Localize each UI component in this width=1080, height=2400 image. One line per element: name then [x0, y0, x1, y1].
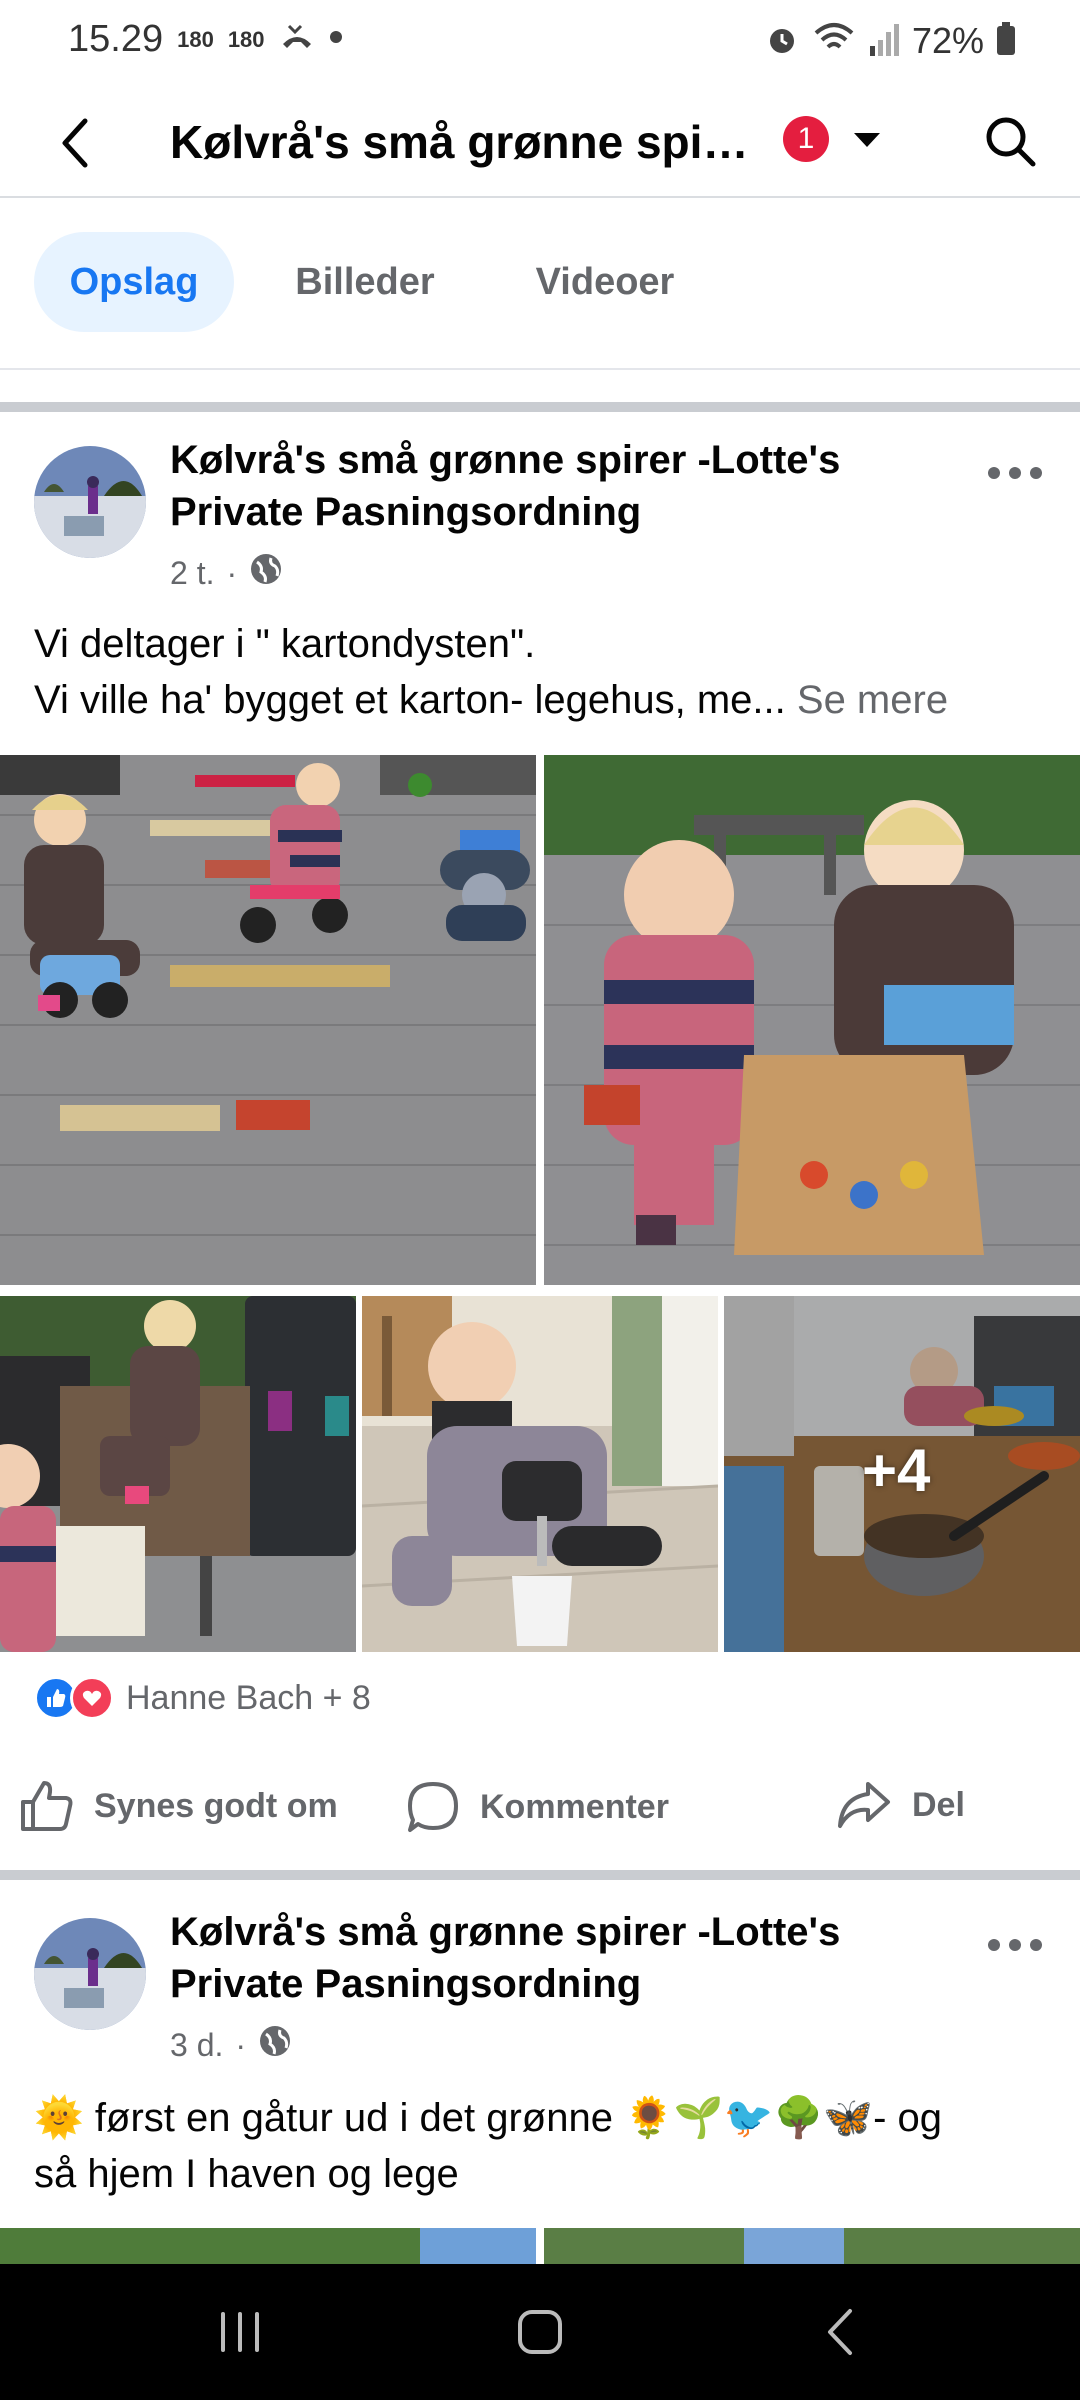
status-time: 15.29: [68, 18, 164, 60]
battery-percent: 72%: [911, 20, 984, 61]
dot-icon: [329, 30, 343, 49]
post-options-button[interactable]: [980, 448, 1050, 498]
comment-icon: [408, 1782, 458, 1832]
reactions-summary[interactable]: Hanne Bach + 8: [34, 1676, 371, 1720]
recent-apps-button[interactable]: [200, 2294, 280, 2370]
thumbs-up-icon: [21, 1781, 73, 1831]
post-2: Kølvrå's små grønne spirer -Lotte's Priv…: [0, 1880, 1080, 2270]
more-horizontal-icon: [988, 467, 1042, 479]
recent-apps-icon: [221, 2312, 259, 2352]
post-time[interactable]: 3 d.: [170, 2027, 223, 2064]
see-more-link[interactable]: Se mere: [797, 678, 948, 722]
tab-photos[interactable]: Billeder: [270, 232, 460, 332]
group-title[interactable]: Kølvrå's små grønne spirer...: [170, 112, 760, 172]
post-author[interactable]: Kølvrå's små grønne spirer -Lotte's Priv…: [170, 434, 910, 538]
home-icon: [518, 2310, 562, 2354]
photo-1[interactable]: [0, 2228, 536, 2268]
back-icon: [828, 2309, 852, 2355]
comment-button[interactable]: Kommenter: [406, 1780, 669, 1834]
post-text: 🌞 først en gåtur ud i det grønne 🌻🌱🐦🌳🦋- …: [34, 2090, 1054, 2202]
home-button[interactable]: [500, 2294, 580, 2370]
status-indicator-2: 180: [227, 26, 265, 52]
status-bar: 15.29 180 180 72%: [0, 0, 1080, 88]
missed-call-icon: [279, 22, 315, 57]
avatar[interactable]: [34, 1918, 146, 2030]
group-header: Kølvrå's små grønne spirer... 1: [0, 88, 1080, 198]
meta-dot: ·: [226, 554, 238, 591]
photo-2[interactable]: [544, 755, 1080, 1285]
wifi-icon: [812, 21, 856, 62]
meta-dot: ·: [235, 2026, 247, 2063]
tab-posts[interactable]: Opslag: [34, 232, 234, 332]
photo-4[interactable]: [362, 1296, 718, 1652]
photo-3[interactable]: [0, 1296, 356, 1652]
more-horizontal-icon: [988, 1939, 1042, 1951]
share-icon: [838, 1782, 890, 1828]
caret-down-icon: [854, 133, 880, 147]
tab-bar: Opslag Billeder Videoer: [0, 200, 1080, 370]
post-options-button[interactable]: [980, 1920, 1050, 1970]
dropdown-button[interactable]: [845, 118, 889, 162]
post-text: Vi deltager i " kartondysten". Vi ville …: [34, 616, 1054, 728]
post-meta: 3 d. ·: [170, 2024, 292, 2066]
comment-label: Kommenter: [480, 1787, 669, 1826]
status-left: 15.29 180 180: [68, 18, 343, 61]
feed-separator-2: [0, 1870, 1080, 1880]
post-1: Kølvrå's små grønne spirer -Lotte's Priv…: [0, 412, 1080, 1860]
post-text-line-2: Vi ville ha' bygget et karton- legehus, …: [34, 672, 1054, 728]
reaction-names: Hanne Bach + 8: [126, 1678, 371, 1717]
love-reaction-icon: [70, 1676, 114, 1720]
back-arrow-icon: [62, 118, 88, 168]
signal-icon: [868, 22, 900, 61]
avatar[interactable]: [34, 446, 146, 558]
tab-videos[interactable]: Videoer: [500, 232, 710, 332]
photo-5[interactable]: +4: [724, 1296, 1080, 1652]
search-icon: [986, 117, 1036, 167]
post-meta: 2 t. ·: [170, 552, 283, 594]
back-button[interactable]: [40, 108, 110, 178]
feed-separator: [0, 402, 1080, 412]
globe-icon: [249, 552, 283, 594]
post-text-line-2-body: Vi ville ha' bygget et karton- legehus, …: [34, 678, 786, 722]
search-button[interactable]: [975, 106, 1045, 176]
post-author[interactable]: Kølvrå's små grønne spirer -Lotte's Priv…: [170, 1906, 910, 2010]
notification-badge[interactable]: 1: [783, 116, 829, 162]
post-text-line-2: så hjem I haven og lege: [34, 2152, 459, 2196]
alarm-icon: [764, 21, 800, 62]
post-text-line-1: 🌞 først en gåtur ud i det grønne 🌻🌱🐦🌳🦋- …: [34, 2096, 943, 2140]
like-label: Synes godt om: [94, 1786, 338, 1825]
system-back-button[interactable]: [800, 2294, 880, 2370]
like-button[interactable]: Synes godt om: [20, 1780, 338, 1832]
photo-2[interactable]: [544, 2228, 1080, 2268]
status-indicator-1: 180: [177, 26, 214, 52]
post-actions: Synes godt om Kommenter Del: [0, 1760, 1080, 1860]
post-text-line-1: Vi deltager i " kartondysten".: [34, 622, 536, 666]
globe-icon: [258, 2024, 292, 2066]
share-label: Del: [912, 1785, 965, 1824]
share-button[interactable]: Del: [836, 1780, 965, 1830]
more-photos-count[interactable]: +4: [862, 1436, 930, 1505]
battery-icon: [996, 21, 1016, 61]
status-right: 72%: [764, 20, 1016, 62]
post-time[interactable]: 2 t.: [170, 555, 214, 592]
photo-1[interactable]: [0, 755, 536, 1285]
system-nav-bar: [0, 2264, 1080, 2400]
